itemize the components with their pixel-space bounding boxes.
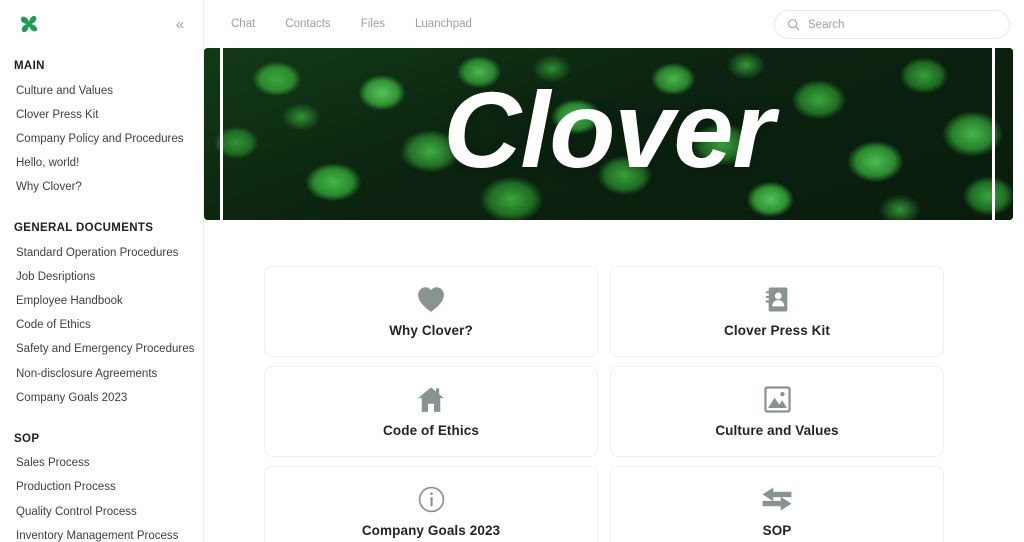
search-icon [787, 18, 800, 31]
sidebar-item-culture-and-values[interactable]: Culture and Values [0, 79, 203, 103]
sidebar-section-title: MAIN [14, 60, 45, 72]
card-code-of-ethics[interactable]: Code of Ethics [264, 366, 598, 457]
sidebar-item-sales-process[interactable]: Sales Process [0, 452, 203, 476]
sidebar-section-sop: SOP Sales Process Production Process Qua… [0, 433, 203, 542]
sidebar-item-safety-and-emergency-procedures[interactable]: Safety and Emergency Procedures [0, 338, 203, 362]
sidebar-section-title: SOP [14, 432, 40, 445]
sidebar-item-non-disclosure-agreements[interactable]: Non-disclosure Agreements [0, 362, 203, 386]
card-label: SOP [762, 523, 792, 538]
sidebar-section-main: MAIN Culture and Values Clover Press Kit… [0, 60, 203, 200]
card-company-goals-2023[interactable]: Company Goals 2023 [264, 466, 598, 542]
card-label: Culture and Values [715, 423, 839, 438]
sidebar-item-quality-control-process[interactable]: Quality Control Process [0, 500, 203, 524]
card-label: Code of Ethics [383, 423, 479, 438]
sidebar: « MAIN Culture and Values Clover Press K… [0, 0, 204, 542]
image-icon [763, 385, 791, 413]
sidebar-collapse-button[interactable]: « [169, 13, 191, 35]
clover-logo-icon[interactable] [14, 9, 44, 39]
sidebar-item-job-desriptions[interactable]: Job Desriptions [0, 265, 203, 289]
info-circle-icon [418, 485, 445, 513]
card-label: Clover Press Kit [724, 323, 830, 338]
search-input[interactable] [808, 18, 997, 31]
sidebar-item-company-goals-2023[interactable]: Company Goals 2023 [0, 386, 203, 410]
address-book-icon [764, 285, 790, 313]
tab-files[interactable]: Files [350, 13, 396, 35]
heart-icon [416, 285, 446, 313]
card-clover-press-kit[interactable]: Clover Press Kit [610, 266, 944, 357]
sidebar-header: « [0, 0, 203, 48]
sidebar-item-code-of-ethics[interactable]: Code of Ethics [0, 314, 203, 338]
sidebar-item-company-policy-and-procedures[interactable]: Company Policy and Procedures [0, 127, 203, 151]
main-content: Chat Contacts Files Luanchpad Clover [204, 0, 1024, 542]
top-nav-tabs: Chat Contacts Files Luanchpad [220, 13, 483, 35]
topbar: Chat Contacts Files Luanchpad [204, 0, 1024, 48]
card-sop[interactable]: SOP [610, 466, 944, 542]
sidebar-item-why-clover[interactable]: Why Clover? [0, 176, 203, 200]
tab-contacts[interactable]: Contacts [274, 13, 341, 35]
sidebar-item-inventory-management-process[interactable]: Inventory Management Process [0, 524, 203, 542]
chevron-double-left-icon: « [175, 15, 185, 33]
card-label: Why Clover? [389, 323, 473, 338]
tab-luanchpad[interactable]: Luanchpad [404, 13, 483, 35]
card-why-clover[interactable]: Why Clover? [264, 266, 598, 357]
sidebar-section-general-documents: GENERAL DOCUMENTS Standard Operation Pro… [0, 222, 203, 411]
banner-title: Clover [443, 69, 774, 190]
quick-links-grid: Why Clover? Clover Press Kit Code of Eth… [264, 266, 944, 542]
sidebar-item-employee-handbook[interactable]: Employee Handbook [0, 290, 203, 314]
sidebar-item-production-process[interactable]: Production Process [0, 476, 203, 500]
search-box[interactable] [774, 10, 1010, 39]
app-root: « MAIN Culture and Values Clover Press K… [0, 0, 1024, 542]
home-icon [417, 385, 445, 413]
hero-banner[interactable]: Clover [204, 48, 1013, 220]
card-culture-and-values[interactable]: Culture and Values [610, 366, 944, 457]
sidebar-item-clover-press-kit[interactable]: Clover Press Kit [0, 103, 203, 127]
sidebar-section-title: GENERAL DOCUMENTS [14, 222, 154, 235]
sidebar-item-standard-operation-procedures[interactable]: Standard Operation Procedures [0, 241, 203, 265]
card-label: Company Goals 2023 [361, 523, 501, 538]
tab-chat[interactable]: Chat [220, 13, 266, 35]
sidebar-item-hello-world[interactable]: Hello, world! [0, 152, 203, 176]
swap-arrows-icon [761, 485, 793, 513]
